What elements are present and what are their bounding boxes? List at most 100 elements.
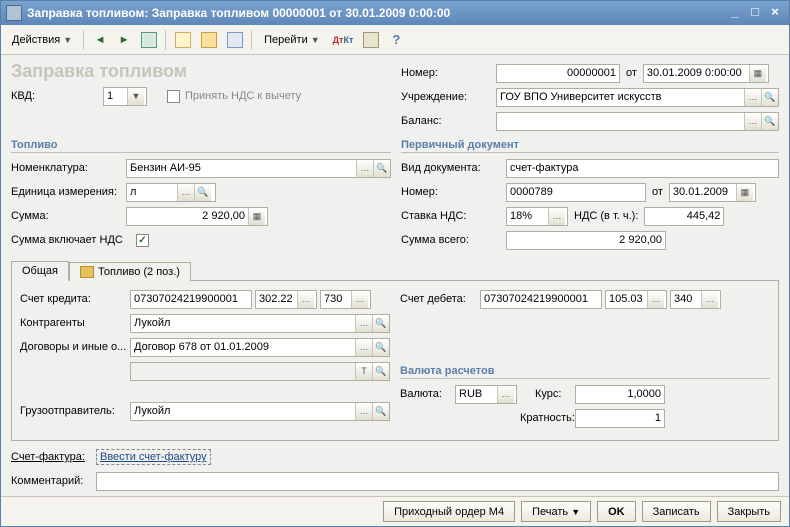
ellipsis-icon[interactable]: … bbox=[177, 184, 194, 201]
ellipsis-icon[interactable]: … bbox=[351, 291, 368, 308]
search-icon[interactable]: 🔍 bbox=[372, 363, 389, 380]
ellipsis-icon[interactable]: … bbox=[497, 386, 514, 403]
shipper-input[interactable] bbox=[131, 403, 355, 420]
nds-input[interactable] bbox=[644, 207, 724, 226]
docdate-field[interactable] bbox=[670, 184, 736, 201]
kvd-select[interactable]: ▼ bbox=[103, 87, 147, 106]
calendar-icon[interactable]: ▦ bbox=[736, 184, 753, 201]
tb-copy[interactable] bbox=[171, 29, 195, 51]
tb-settings[interactable] bbox=[359, 29, 383, 51]
ndsrate-select[interactable]: … bbox=[506, 207, 568, 226]
sum-input[interactable] bbox=[127, 208, 248, 225]
balance-select[interactable]: … 🔍 bbox=[496, 112, 779, 131]
tb-help[interactable]: ? bbox=[385, 29, 407, 51]
tab-general[interactable]: Общая bbox=[11, 261, 69, 281]
ellipsis-icon[interactable]: … bbox=[356, 160, 373, 177]
tb-nav-right[interactable]: ► bbox=[113, 29, 135, 51]
tb-dtkt[interactable]: ДтКт bbox=[329, 29, 358, 51]
sum-incl-checkbox[interactable]: ✓ bbox=[136, 234, 149, 247]
ellipsis-icon[interactable]: … bbox=[297, 291, 314, 308]
cur-input[interactable] bbox=[456, 386, 497, 403]
credit-code[interactable]: … bbox=[320, 290, 371, 309]
kvd-input[interactable] bbox=[104, 88, 127, 105]
search-icon[interactable]: 🔍 bbox=[372, 403, 389, 420]
rate-input[interactable] bbox=[575, 385, 665, 404]
credit-sub-input[interactable] bbox=[256, 291, 297, 308]
credit-code-input[interactable] bbox=[321, 291, 351, 308]
comment-input[interactable] bbox=[96, 472, 779, 491]
calendar-icon[interactable]: ▦ bbox=[749, 65, 766, 82]
dropdown-icon[interactable]: ▼ bbox=[127, 88, 144, 105]
nds-checkbox[interactable] bbox=[167, 90, 180, 103]
sf-link[interactable]: Ввести счет-фактуру bbox=[96, 449, 211, 465]
contract-input[interactable] bbox=[131, 339, 355, 356]
empty-select[interactable]: T 🔍 bbox=[130, 362, 390, 381]
ellipsis-icon[interactable]: … bbox=[548, 208, 565, 225]
cur-select[interactable]: … bbox=[455, 385, 517, 404]
tb-struct[interactable] bbox=[223, 29, 247, 51]
counter-select[interactable]: … 🔍 bbox=[130, 314, 390, 333]
print-button[interactable]: Печать ▼ bbox=[521, 501, 591, 522]
ellipsis-icon[interactable]: … bbox=[355, 339, 372, 356]
close-button[interactable]: × bbox=[766, 5, 784, 21]
shipper-select[interactable]: … 🔍 bbox=[130, 402, 390, 421]
ellipsis-icon[interactable]: … bbox=[744, 113, 761, 130]
sum-field[interactable]: ▦ bbox=[126, 207, 268, 226]
empty-input[interactable] bbox=[131, 363, 355, 380]
debit-sub[interactable]: … bbox=[605, 290, 667, 309]
ellipsis-icon[interactable]: … bbox=[744, 89, 761, 106]
debit-acc[interactable] bbox=[480, 290, 602, 309]
debit-sub-input[interactable] bbox=[606, 291, 647, 308]
unit-select[interactable]: … 🔍 bbox=[126, 183, 216, 202]
m4-button[interactable]: Приходный ордер М4 bbox=[383, 501, 515, 522]
ellipsis-icon[interactable]: … bbox=[647, 291, 664, 308]
cur-label: Валюта: bbox=[400, 388, 455, 400]
text-icon[interactable]: T bbox=[355, 363, 372, 380]
contract-select[interactable]: … 🔍 bbox=[130, 338, 390, 357]
credit-acc[interactable] bbox=[130, 290, 252, 309]
goto-menu[interactable]: Перейти▼ bbox=[257, 29, 327, 51]
number-input[interactable] bbox=[496, 64, 620, 83]
search-icon[interactable]: 🔍 bbox=[372, 339, 389, 356]
date-input[interactable]: ▦ bbox=[643, 64, 769, 83]
number-label: Номер: bbox=[401, 67, 496, 79]
ndsrate-input[interactable] bbox=[507, 208, 548, 225]
search-icon[interactable]: 🔍 bbox=[372, 315, 389, 332]
ok-button[interactable]: OK bbox=[597, 501, 636, 522]
doctype-input[interactable] bbox=[506, 159, 779, 178]
ellipsis-icon[interactable]: … bbox=[355, 403, 372, 420]
tb-post[interactable] bbox=[197, 29, 221, 51]
search-icon[interactable]: 🔍 bbox=[761, 113, 778, 130]
nomen-label: Номенклатура: bbox=[11, 162, 126, 174]
org-select[interactable]: … 🔍 bbox=[496, 88, 779, 107]
tb-refresh[interactable] bbox=[137, 29, 161, 51]
counter-input[interactable] bbox=[131, 315, 355, 332]
search-icon[interactable]: 🔍 bbox=[761, 89, 778, 106]
total-input[interactable] bbox=[506, 231, 666, 250]
date-field[interactable] bbox=[644, 65, 749, 82]
maximize-button[interactable]: □ bbox=[746, 5, 764, 21]
nomen-select[interactable]: … 🔍 bbox=[126, 159, 391, 178]
ellipsis-icon[interactable]: … bbox=[701, 291, 718, 308]
debit-code-input[interactable] bbox=[671, 291, 701, 308]
docdate-input[interactable]: ▦ bbox=[669, 183, 756, 202]
credit-sub[interactable]: … bbox=[255, 290, 317, 309]
close-window-button[interactable]: Закрыть bbox=[717, 501, 781, 522]
docnum-input[interactable] bbox=[506, 183, 646, 202]
write-button[interactable]: Записать bbox=[642, 501, 711, 522]
minimize-button[interactable]: _ bbox=[726, 5, 744, 21]
tab-bar: Общая Топливо (2 поз.) bbox=[11, 260, 779, 281]
actions-menu[interactable]: Действия▼ bbox=[5, 29, 79, 51]
tab-fuel[interactable]: Топливо (2 поз.) bbox=[69, 262, 191, 281]
balance-input[interactable] bbox=[497, 113, 744, 130]
mult-input[interactable] bbox=[575, 409, 665, 428]
calc-icon[interactable]: ▦ bbox=[248, 208, 265, 225]
tb-nav-left[interactable]: ◄ bbox=[89, 29, 111, 51]
ellipsis-icon[interactable]: … bbox=[355, 315, 372, 332]
org-input[interactable] bbox=[497, 89, 744, 106]
nomen-input[interactable] bbox=[127, 160, 356, 177]
debit-code[interactable]: … bbox=[670, 290, 721, 309]
search-icon[interactable]: 🔍 bbox=[194, 184, 211, 201]
search-icon[interactable]: 🔍 bbox=[373, 160, 390, 177]
unit-input[interactable] bbox=[127, 184, 177, 201]
